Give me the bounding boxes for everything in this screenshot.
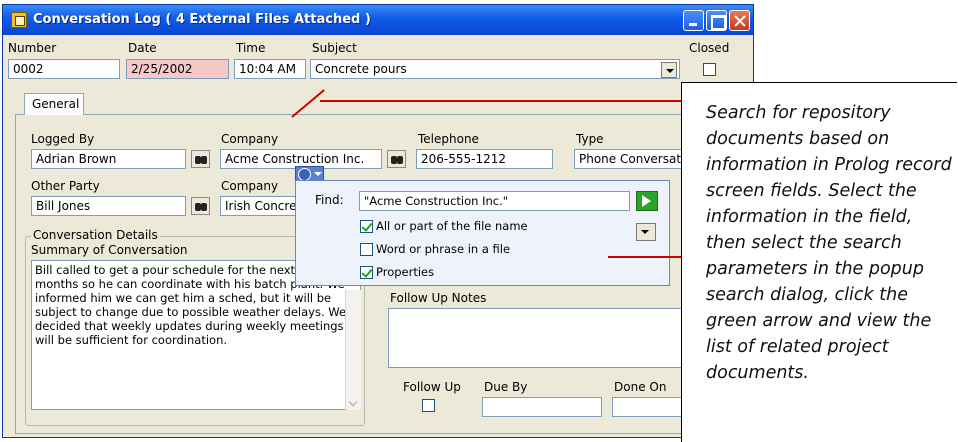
summary-label: Summary of Conversation xyxy=(31,243,188,257)
minimize-button[interactable] xyxy=(683,10,704,31)
properties-option-label: Properties xyxy=(376,265,435,279)
follow-up-label: Follow Up xyxy=(403,380,461,394)
properties-checkbox[interactable] xyxy=(360,266,373,279)
subject-dropdown-icon[interactable] xyxy=(661,62,677,78)
follow-up-notes-textarea[interactable] xyxy=(388,308,688,368)
callout-text: Search for repository documents based on… xyxy=(706,103,952,383)
filename-checkbox[interactable] xyxy=(360,220,373,233)
search-popup-handle-icon[interactable] xyxy=(295,166,324,181)
type-field[interactable]: Phone Conversation xyxy=(574,149,694,169)
logged-by-lookup-icon[interactable] xyxy=(191,150,210,168)
closed-checkbox[interactable] xyxy=(703,63,716,76)
closed-label: Closed xyxy=(689,41,730,55)
subject-field[interactable]: Concrete pours xyxy=(310,59,680,79)
subject-label: Subject xyxy=(312,41,357,55)
done-on-field[interactable] xyxy=(612,397,682,417)
due-by-field[interactable] xyxy=(482,397,602,417)
telephone-field[interactable]: 206-555-1212 xyxy=(416,149,553,169)
search-popup: Find: "Acme Construction Inc." All or pa… xyxy=(295,180,670,286)
word-phrase-checkbox[interactable] xyxy=(360,243,373,256)
other-party-field[interactable]: Bill Jones xyxy=(31,196,186,216)
logged-by-label: Logged By xyxy=(31,132,95,146)
title-bar[interactable]: Conversation Log ( 4 External Files Atta… xyxy=(3,5,753,35)
done-on-label: Done On xyxy=(614,380,667,394)
callout-line-popup xyxy=(608,256,682,258)
number-label: Number xyxy=(8,41,57,55)
number-field[interactable]: 0002 xyxy=(8,59,120,79)
company2-label: Company xyxy=(221,179,279,193)
company-lookup-icon[interactable] xyxy=(387,150,406,168)
other-party-label: Other Party xyxy=(31,179,100,193)
type-label: Type xyxy=(576,132,604,146)
time-label: Time xyxy=(236,41,266,55)
window-title: Conversation Log ( 4 External Files Atta… xyxy=(33,12,371,27)
summary-scrollbar[interactable] xyxy=(345,290,361,410)
conversation-details-title: Conversation Details xyxy=(31,228,160,242)
time-field[interactable]: 10:04 AM xyxy=(234,59,306,79)
tab-general[interactable]: General xyxy=(24,93,84,115)
go-arrow-button[interactable] xyxy=(636,191,658,211)
find-input[interactable]: "Acme Construction Inc." xyxy=(359,191,630,211)
due-by-label: Due By xyxy=(484,380,528,394)
callout-line-top xyxy=(320,100,682,102)
follow-up-notes-label: Follow Up Notes xyxy=(390,291,487,305)
search-options-dropdown-icon[interactable] xyxy=(636,223,656,241)
follow-up-checkbox[interactable] xyxy=(422,399,435,412)
other-party-lookup-icon[interactable] xyxy=(191,197,210,215)
date-label: Date xyxy=(128,41,157,55)
app-icon xyxy=(11,12,27,28)
date-field[interactable]: 2/25/2002 xyxy=(126,59,229,79)
logged-by-field[interactable]: Adrian Brown xyxy=(31,149,186,169)
filename-option-label: All or part of the file name xyxy=(376,219,528,233)
company-label: Company xyxy=(221,132,279,146)
maximize-button[interactable] xyxy=(706,10,727,31)
find-label: Find: xyxy=(315,193,344,207)
word-phrase-option-label: Word or phrase in a file xyxy=(376,242,511,256)
company2-field[interactable]: Irish Concrete xyxy=(220,196,300,216)
close-button[interactable] xyxy=(729,10,750,31)
tab-general-label: General xyxy=(32,97,80,111)
telephone-label: Telephone xyxy=(418,132,479,146)
